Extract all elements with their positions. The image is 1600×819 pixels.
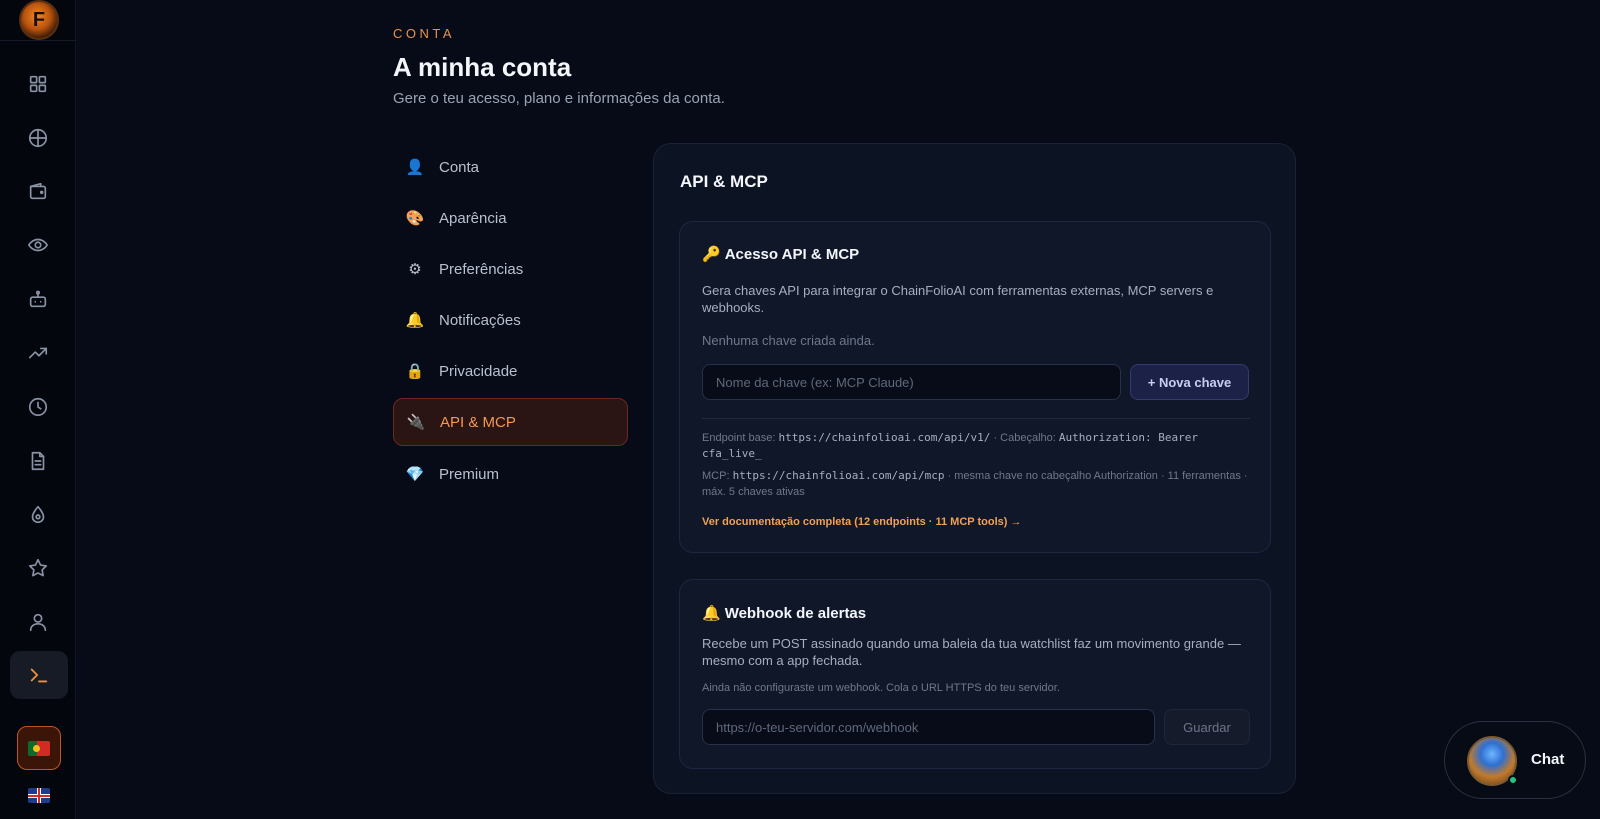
- endpoint-url[interactable]: https://chainfolioai.com/api/v1/: [778, 431, 990, 444]
- lock-icon: 🔒: [405, 362, 425, 380]
- docs-link[interactable]: Ver documentação completa (12 endpoints …: [702, 516, 1021, 528]
- webhook-description: Recebe um POST assinado quando uma balei…: [702, 636, 1241, 668]
- section-eyebrow: CONTA: [393, 26, 456, 41]
- bell-icon: 🔔: [405, 311, 425, 329]
- gear-icon: ⚙: [408, 260, 422, 278]
- menu-item-aparencia[interactable]: 🎨 Aparência: [393, 194, 628, 242]
- api-description: Gera chaves API para integrar o ChainFol…: [702, 283, 1214, 315]
- api-access-panel: 🔑 Acesso API & MCP Gera chaves API para i…: [679, 221, 1271, 553]
- menu-item-label: Conta: [439, 158, 480, 176]
- user-icon[interactable]: [26, 610, 50, 634]
- trending-icon[interactable]: [26, 341, 50, 365]
- eye-icon[interactable]: [26, 233, 50, 257]
- bell-icon: 🔔: [702, 604, 721, 622]
- mcp-info: MCP: https://chainfolioai.com/api/mcp · …: [702, 469, 1248, 498]
- empty-keys-text: Nenhuma chave criada ainda.: [702, 333, 875, 348]
- bot-icon[interactable]: [26, 287, 50, 311]
- webhook-panel: 🔔 Webhook de alertas Recebe um POST assin…: [679, 579, 1271, 769]
- app-logo[interactable]: F: [19, 0, 59, 40]
- menu-item-conta[interactable]: 👤 Conta: [393, 143, 628, 191]
- mcp-url[interactable]: https://chainfolioai.com/api/mcp: [733, 469, 945, 482]
- endpoint-info: Endpoint base: https://chainfolioai.com/…: [702, 431, 1198, 460]
- document-icon[interactable]: [26, 449, 50, 473]
- portugal-flag-icon: [28, 740, 50, 756]
- menu-item-label: Premium: [439, 465, 500, 483]
- save-webhook-button[interactable]: Guardar: [1164, 709, 1250, 745]
- terminal-icon: [30, 668, 48, 683]
- uk-flag-icon[interactable]: [28, 788, 50, 803]
- chat-widget-button[interactable]: Chat: [1444, 721, 1586, 799]
- menu-item-label: Preferências: [439, 260, 524, 278]
- online-status-indicator: [1508, 775, 1518, 785]
- key-icon: 🔑: [702, 245, 721, 263]
- sidebar-divider: [0, 40, 76, 41]
- menu-item-label: Notificações: [439, 311, 521, 329]
- diamond-icon: 💎: [405, 465, 425, 483]
- page-title: A minha conta: [393, 52, 572, 82]
- webhook-url-input[interactable]: https://o-teu-servidor.com/webhook: [702, 709, 1155, 745]
- drop-icon[interactable]: [26, 503, 50, 527]
- card-title: API & MCP: [680, 172, 768, 191]
- clock-icon[interactable]: [26, 395, 50, 419]
- page-subtitle: Gere o teu acesso, plano e informações d…: [393, 90, 725, 107]
- menu-item-label: Aparência: [439, 209, 507, 227]
- menu-item-premium[interactable]: 💎 Premium: [393, 450, 628, 498]
- menu-item-label: API & MCP: [440, 413, 516, 431]
- menu-item-privacidade[interactable]: 🔒 Privacidade: [393, 347, 628, 395]
- star-icon[interactable]: [26, 556, 50, 580]
- menu-item-label: Privacidade: [439, 362, 518, 380]
- panel-title: 🔔 Webhook de alertas: [702, 604, 867, 622]
- language-pt-button[interactable]: [17, 726, 61, 770]
- sidebar: F: [0, 0, 76, 819]
- user-icon: 👤: [405, 158, 425, 176]
- palette-icon: 🎨: [405, 209, 425, 227]
- section-divider: [702, 418, 1250, 419]
- wallet-icon[interactable]: [26, 179, 50, 203]
- panel-title: 🔑 Acesso API & MCP: [702, 245, 860, 263]
- chat-label: Chat: [1531, 751, 1565, 768]
- plug-icon: 🔌: [406, 413, 426, 431]
- globe-icon[interactable]: [26, 126, 50, 150]
- terminal-nav-button[interactable]: [10, 651, 68, 699]
- new-key-button[interactable]: + Nova chave: [1130, 364, 1249, 400]
- webhook-hint: Ainda não configuraste um webhook. Cola …: [702, 682, 1060, 694]
- dashboard-icon[interactable]: [26, 72, 50, 96]
- menu-item-api-mcp[interactable]: 🔌 API & MCP: [393, 398, 628, 446]
- menu-item-preferencias[interactable]: ⚙ Preferências: [393, 245, 628, 293]
- menu-item-notificacoes[interactable]: 🔔 Notificações: [393, 296, 628, 344]
- key-name-input[interactable]: Nome da chave (ex: MCP Claude): [702, 364, 1121, 400]
- api-mcp-card: API & MCP 🔑 Acesso API & MCP Gera chaves …: [653, 143, 1296, 794]
